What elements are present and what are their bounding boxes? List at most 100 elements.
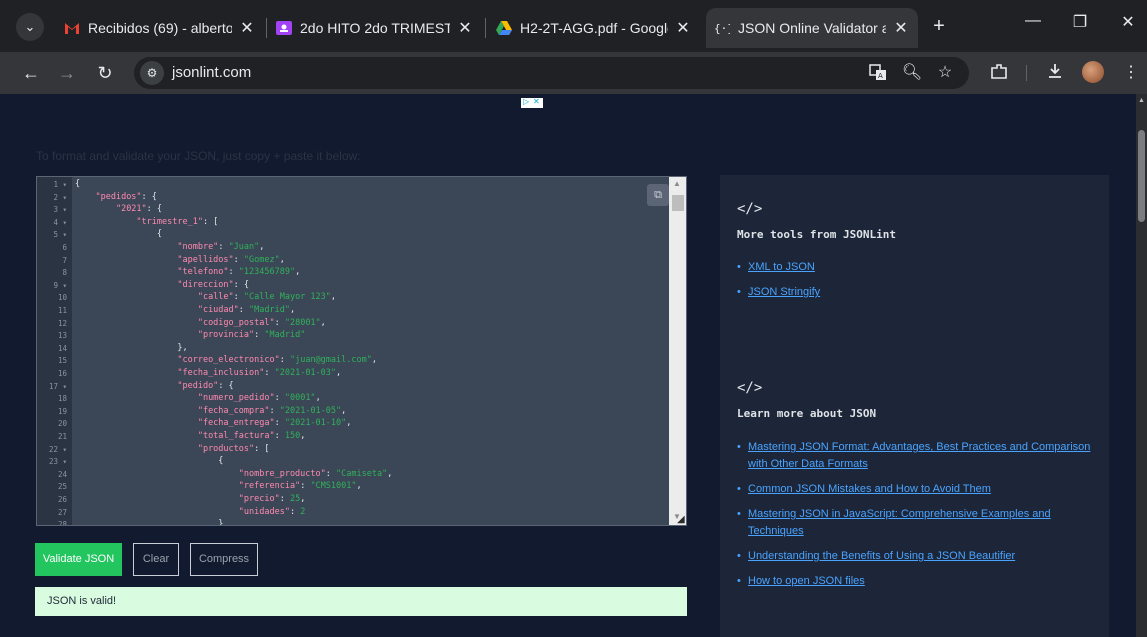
code-line[interactable]: "referencia": "CMS1001",	[75, 481, 362, 491]
article-link[interactable]: How to open JSON files	[737, 573, 1097, 590]
browser-toolbar: ← → ↻ ⚙ jsonlint.com A 🔍︎ ☆ ⋮	[0, 52, 1147, 94]
bookmark-star-icon[interactable]: ☆	[934, 63, 956, 83]
line-number: 13	[57, 331, 67, 341]
code-line[interactable]: "direccion": {	[75, 280, 249, 290]
code-line[interactable]: "fecha_inclusion": "2021-01-03",	[75, 368, 341, 378]
line-number: 23 ▾	[48, 457, 67, 467]
line-number: 8	[62, 268, 67, 278]
code-line[interactable]: "correo_electronico": "juan@gmail.com",	[75, 355, 377, 365]
address-bar[interactable]: ⚙ jsonlint.com A 🔍︎ ☆	[134, 57, 969, 89]
tools-heading: More tools from JSONLint	[737, 228, 896, 241]
close-window-icon[interactable]: ✕	[1108, 12, 1147, 32]
code-line[interactable]: "numero_pedido": "0001",	[75, 393, 321, 403]
minimize-icon[interactable]: —	[1013, 12, 1053, 30]
code-line[interactable]: "pedido": {	[75, 381, 233, 391]
resize-handle-icon[interactable]: ◢	[677, 514, 685, 525]
forward-icon[interactable]: →	[55, 61, 79, 85]
menu-kebab-icon[interactable]: ⋮	[1119, 62, 1143, 84]
zoom-icon[interactable]: 🔍︎	[901, 63, 923, 83]
ad-choices-icon[interactable]: ▷ ✕	[521, 97, 543, 108]
code-line[interactable]: "apellidos": "Gomez",	[75, 255, 285, 265]
line-number: 9 ▾	[53, 280, 67, 290]
line-number: 20	[57, 419, 67, 429]
code-line[interactable]: "ciudad": "Madrid",	[75, 305, 295, 315]
new-tab-button[interactable]: +	[928, 14, 950, 38]
translate-icon[interactable]: A	[867, 63, 889, 83]
editor-scrollbar[interactable]: ▲ ▼	[669, 177, 686, 525]
line-number: 22 ▾	[48, 444, 67, 454]
tab-close-icon[interactable]: ✕	[892, 18, 910, 38]
article-link[interactable]: Common JSON Mistakes and How to Avoid Th…	[737, 481, 1097, 498]
classroom-icon	[276, 21, 292, 35]
site-info-icon[interactable]: ⚙	[140, 61, 164, 85]
scroll-up-icon[interactable]: ▲	[1138, 97, 1145, 104]
copy-icon[interactable]: ⧉	[647, 184, 669, 206]
tool-link-json-stringify[interactable]: JSON Stringify	[737, 284, 1097, 301]
code-line[interactable]: "calle": "Calle Mayor 123",	[75, 292, 336, 302]
line-number: 27	[57, 507, 67, 517]
google-drive-icon	[496, 21, 512, 35]
clear-button[interactable]: Clear	[133, 543, 179, 576]
url-text[interactable]: jsonlint.com	[172, 64, 251, 81]
code-line[interactable]: "telefono": "123456789",	[75, 267, 300, 277]
code-line[interactable]: "nombre_producto": "Camiseta",	[75, 469, 393, 479]
page-scrollbar[interactable]: ▲	[1136, 94, 1147, 637]
line-number: 24	[57, 469, 67, 479]
learn-heading: Learn more about JSON	[737, 407, 877, 420]
tab-title: JSON Online Validator and	[738, 20, 886, 36]
tab-classroom[interactable]: 2do HITO 2do TRIMESTRE ✕	[268, 8, 482, 48]
code-line[interactable]: "total_factura": 150,	[75, 431, 306, 441]
code-line[interactable]: {	[75, 179, 80, 189]
profile-avatar[interactable]	[1082, 61, 1104, 83]
line-number: 3 ▾	[53, 205, 67, 215]
code-line[interactable]: "unidades": 2	[75, 507, 306, 517]
code-line[interactable]: "nombre": "Juan",	[75, 242, 264, 252]
tab-google-drive[interactable]: H2-2T-AGG.pdf - Google ✕	[488, 8, 700, 48]
code-line[interactable]: "2021": {	[75, 204, 162, 214]
tool-link-xml-to-json[interactable]: XML to JSON	[737, 259, 1097, 276]
compress-button[interactable]: Compress	[190, 543, 258, 576]
tab-gmail[interactable]: Recibidos (69) - alberto.gu ✕	[56, 8, 264, 48]
line-number: 21	[57, 432, 67, 441]
tab-close-icon[interactable]: ✕	[674, 18, 692, 38]
code-line[interactable]: "precio": 25,	[75, 494, 306, 504]
restore-icon[interactable]: ❐	[1060, 12, 1100, 32]
editor-scroll-thumb[interactable]	[672, 195, 684, 211]
extensions-icon[interactable]	[987, 62, 1011, 84]
article-link[interactable]: Mastering JSON in JavaScript: Comprehens…	[737, 506, 1097, 540]
code-line[interactable]: "trimestre_1": [	[75, 217, 218, 227]
scroll-up-icon[interactable]: ▲	[673, 179, 681, 188]
code-line[interactable]: {	[75, 229, 162, 239]
json-editor[interactable]: 1 ▾ 2 ▾ 3 ▾ 4 ▾ 5 ▾ 6 7 8 9 ▾ 10 11 12 13 14 15 16 17 ▾ 1…	[36, 176, 687, 526]
tab-close-icon[interactable]: ✕	[238, 18, 256, 38]
line-number: 16	[57, 369, 67, 378]
page-content: ▷ ✕ To format and validate your JSON, jus…	[0, 94, 1136, 637]
code-line[interactable]: }	[75, 519, 223, 525]
line-number: 4 ▾	[53, 217, 67, 227]
line-number: 18	[57, 394, 67, 404]
tab-strip: ⌄ Recibidos (69) - alberto.gu ✕ 2do HITO…	[0, 0, 1147, 52]
code-line[interactable]: "fecha_entrega": "2021-01-10",	[75, 418, 352, 428]
code-line[interactable]: "provincia": "Madrid"	[75, 330, 306, 340]
code-line[interactable]: "codigo_postal": "28001",	[75, 318, 326, 328]
line-number: 25	[57, 482, 67, 492]
tab-separator	[485, 18, 486, 38]
page-scroll-thumb[interactable]	[1138, 130, 1145, 222]
json-icon: {·}	[714, 22, 730, 35]
code-line[interactable]: "productos": [	[75, 444, 270, 454]
code-line[interactable]: },	[75, 343, 187, 353]
article-link[interactable]: Mastering JSON Format: Advantages, Best …	[737, 439, 1097, 473]
download-icon[interactable]	[1043, 62, 1067, 84]
reload-icon[interactable]: ↻	[93, 61, 117, 85]
code-line[interactable]: {	[75, 456, 223, 466]
validate-json-button[interactable]: Validate JSON	[35, 543, 122, 576]
line-number: 10	[57, 293, 67, 303]
tab-jsonlint[interactable]: {·} JSON Online Validator and ✕	[706, 8, 918, 48]
line-number: 19	[57, 406, 67, 416]
code-line[interactable]: "pedidos": {	[75, 192, 156, 202]
tab-close-icon[interactable]: ✕	[456, 18, 474, 38]
code-line[interactable]: "fecha_compra": "2021-01-05",	[75, 406, 346, 416]
tab-search-button[interactable]: ⌄	[16, 13, 44, 41]
article-link[interactable]: Understanding the Benefits of Using a JS…	[737, 548, 1097, 565]
back-icon[interactable]: ←	[19, 61, 43, 85]
